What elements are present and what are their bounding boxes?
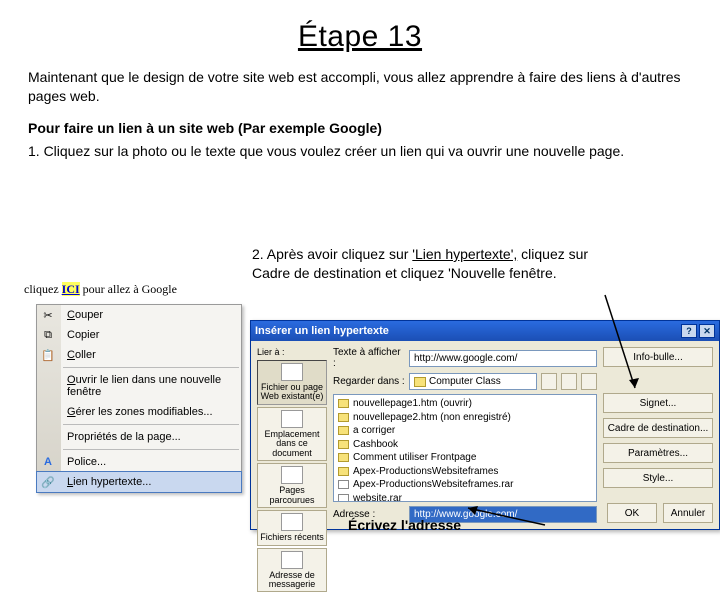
- parameters-button[interactable]: Paramètres...: [603, 443, 713, 463]
- text-display-field[interactable]: http://www.google.com/: [409, 350, 597, 367]
- browse-file-button[interactable]: [581, 373, 597, 390]
- scissors-icon: ✂: [40, 307, 56, 323]
- menu-cut[interactable]: ✂Couper: [37, 305, 241, 325]
- help-button[interactable]: ?: [681, 324, 697, 338]
- menu-open-new-window[interactable]: Ouvrir le lien dans une nouvelle fenêtre: [37, 370, 241, 402]
- ok-button[interactable]: OK: [607, 503, 657, 523]
- folder-icon: [414, 377, 426, 387]
- write-address-annotation: Écrivez l'adresse: [348, 517, 461, 533]
- linkto-browsed[interactable]: Pages parcourues: [257, 463, 327, 508]
- menu-font[interactable]: APolice...: [37, 452, 241, 472]
- step1-text: 1. Cliquez sur la photo ou le texte que …: [28, 142, 648, 161]
- close-button[interactable]: ✕: [699, 324, 715, 338]
- insert-hyperlink-dialog: Insérer un lien hypertexte ? ✕ Lier à : …: [250, 320, 720, 530]
- linkto-recent[interactable]: Fichiers récents: [257, 510, 327, 545]
- text-display-label: Texte à afficher :: [333, 347, 405, 369]
- target-frame-button[interactable]: Cadre de destination...: [603, 418, 713, 438]
- menu-page-properties[interactable]: Propriétés de la page...: [37, 427, 241, 447]
- look-in-label: Regarder dans :: [333, 376, 405, 387]
- style-button[interactable]: Style...: [603, 468, 713, 488]
- menu-hyperlink[interactable]: 🔗Lien hypertexte...: [37, 472, 241, 492]
- font-icon: A: [40, 454, 56, 470]
- page-title: Étape 13: [28, 20, 692, 54]
- link-to-panel: Lier à : Fichier ou page Web existant(e)…: [257, 347, 327, 523]
- menu-editable-zones[interactable]: Gérer les zones modifiables...: [37, 402, 241, 422]
- linkto-email[interactable]: Adresse de messagerie: [257, 548, 327, 592]
- browse-web-button[interactable]: [561, 373, 577, 390]
- intro-text: Maintenant que le design de votre site w…: [28, 68, 692, 106]
- linkto-existing[interactable]: Fichier ou page Web existant(e): [257, 360, 327, 405]
- linkto-place-in-doc[interactable]: Emplacement dans ce document: [257, 407, 327, 461]
- bookmark-button[interactable]: Signet...: [603, 393, 713, 413]
- menu-paste[interactable]: 📋Coller: [37, 345, 241, 365]
- screentip-button[interactable]: Info-bulle...: [603, 347, 713, 367]
- step2-text: 2. Après avoir cliquez sur 'Lien hyperte…: [252, 245, 602, 283]
- cancel-button[interactable]: Annuler: [663, 503, 713, 523]
- link-icon: 🔗: [40, 474, 56, 490]
- paste-icon: 📋: [40, 347, 56, 363]
- subheading: Pour faire un lien à un site web (Par ex…: [28, 120, 692, 136]
- dialog-title: Insérer un lien hypertexte: [255, 325, 389, 337]
- up-folder-button[interactable]: [541, 373, 557, 390]
- context-menu: ✂Couper ⧉Copier 📋Coller Ouvrir le lien d…: [36, 304, 242, 493]
- copy-icon: ⧉: [40, 327, 56, 343]
- example-link-text: cliquez ICI pour allez à Google: [24, 282, 177, 297]
- look-in-field[interactable]: Computer Class: [409, 373, 537, 390]
- menu-copy[interactable]: ⧉Copier: [37, 325, 241, 345]
- file-list[interactable]: nouvellepage1.htm (ouvrir) nouvellepage2…: [333, 394, 597, 502]
